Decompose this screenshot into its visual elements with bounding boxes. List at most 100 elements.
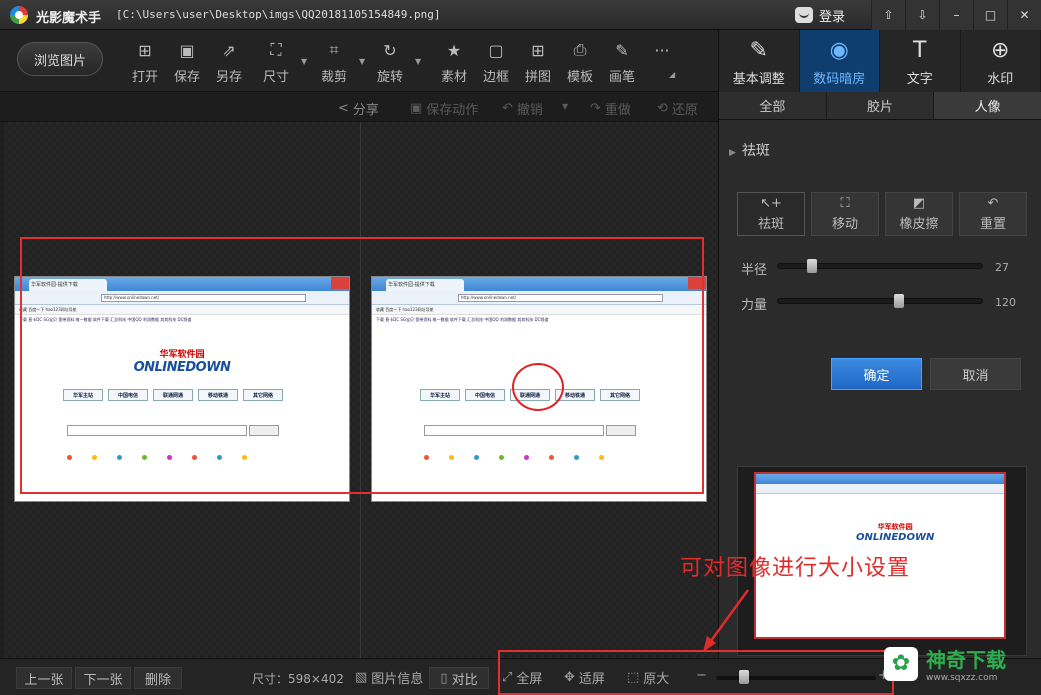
collage-label: 拼图	[524, 70, 551, 85]
undo-icon: ↶	[502, 101, 513, 116]
border-tool[interactable]: ▢ 边框	[476, 40, 516, 86]
image-size: 尺寸：598×402	[252, 672, 344, 686]
main-toolbar: 浏览图片 ⊞ 打开 ▣ 保存 ⇗ 另存 ⛶ 尺寸 ▼ ⌗ 裁剪 ▼ ↻ 旋转 ▼ ★ 素材 ▢…	[0, 30, 718, 92]
ok-button[interactable]: 确定	[831, 358, 922, 390]
move-button[interactable]: ⛶ 移动	[811, 192, 879, 236]
printer-icon: ⎙	[573, 40, 587, 59]
share-icon: <	[338, 101, 349, 116]
action-bar: < 分享 ▣ 保存动作 ↶ 撤销 ▼ ↷ 重做 ⟲ 还原	[0, 92, 718, 122]
size-dropdown-icon[interactable]: ▼	[301, 57, 307, 66]
radius-slider[interactable]	[777, 259, 983, 273]
star-icon: ★	[446, 40, 462, 60]
tab-label: 水印	[987, 72, 1014, 87]
restore-button[interactable]: ⟲ 还原	[657, 99, 698, 118]
tool-label: 祛斑	[757, 217, 784, 232]
open-icon: ⊞	[138, 40, 152, 60]
size-tool[interactable]: ⛶ 尺寸	[256, 40, 296, 86]
save-as-tool[interactable]: ⇗ 另存	[209, 40, 249, 86]
share-button[interactable]: < 分享	[338, 99, 379, 118]
radius-label: 半径	[741, 263, 768, 278]
save-label: 保存	[173, 70, 200, 85]
skin-button[interactable]: ⇧	[871, 0, 905, 30]
watermark-url: www.sqxzz.com	[926, 673, 998, 683]
annotation-text: 可对图像进行大小设置	[680, 556, 911, 581]
maximize-button[interactable]: □	[973, 0, 1007, 30]
watermark-name: 神奇下载	[926, 648, 1006, 672]
compare-button[interactable]: ▯ 对比	[429, 667, 489, 689]
tool-label: 移动	[831, 217, 858, 232]
brush-icon: ✎	[615, 40, 629, 60]
material-tool[interactable]: ★ 素材	[434, 40, 474, 86]
brush-tool[interactable]: ✎ 画笔	[602, 40, 642, 86]
share-label: 分享	[352, 103, 379, 118]
rotate-tool[interactable]: ↻ 旋转	[370, 40, 410, 86]
material-label: 素材	[440, 70, 467, 85]
compare-icon: ▯	[440, 670, 448, 686]
more-icon: ···	[654, 40, 670, 60]
image-icon: ▧	[355, 670, 368, 685]
strength-slider-knob[interactable]	[894, 294, 905, 308]
collage-tool[interactable]: ⊞ 拼图	[518, 40, 558, 86]
title-bar: 光影魔术手 [C:\Users\user\Desktop\imgs\QQ2018…	[0, 0, 1041, 30]
eraser-button[interactable]: ◩ 橡皮擦	[885, 192, 953, 236]
app-name: 光影魔术手	[36, 11, 102, 26]
category-tabs: 全部 胶片 人像	[719, 92, 1041, 120]
more-tool[interactable]: ···	[642, 40, 682, 86]
delete-button[interactable]: 删除	[134, 667, 182, 689]
login-button[interactable]: 登录	[795, 4, 845, 26]
restore-label: 还原	[671, 103, 698, 118]
border-label: 边框	[482, 70, 509, 85]
cancel-button[interactable]: 取消	[930, 358, 1021, 390]
tab-portrait[interactable]: 人像	[934, 92, 1041, 119]
tab-digital-darkroom[interactable]: ◉ 数码暗房	[799, 30, 880, 92]
app-window: 光影魔术手 [C:\Users\user\Desktop\imgs\QQ2018…	[0, 0, 1041, 695]
strength-slider[interactable]	[777, 294, 983, 308]
rotate-label: 旋转	[376, 70, 403, 85]
site-watermark: ✿ 神奇下载 www.sqxzz.com	[884, 644, 1006, 683]
tab-all[interactable]: 全部	[719, 92, 827, 119]
close-button[interactable]: ✕	[1007, 0, 1041, 30]
crop-icon: ⌗	[329, 40, 339, 59]
undo-dropdown-icon[interactable]: ▼	[562, 102, 568, 111]
tab-basic-adjust[interactable]: ✎ 基本调整	[719, 30, 800, 92]
open-tool[interactable]: ⊞ 打开	[125, 40, 165, 86]
minimize-button[interactable]: –	[939, 0, 973, 30]
save-icon: ▣	[179, 40, 195, 60]
redo-button[interactable]: ↷ 重做	[590, 99, 631, 118]
reset-icon: ↶	[987, 196, 999, 211]
reset-button[interactable]: ↶ 重置	[959, 192, 1027, 236]
undo-button[interactable]: ↶ 撤销	[502, 99, 543, 118]
redo-icon: ↷	[590, 101, 601, 116]
browse-images-button[interactable]: 浏览图片	[17, 42, 103, 76]
save-action-icon: ▣	[410, 101, 423, 116]
spot-remove-button[interactable]: ↖+ 祛斑	[737, 192, 805, 236]
tab-film[interactable]: 胶片	[827, 92, 935, 119]
template-tool[interactable]: ⎙ 模板	[560, 40, 600, 86]
section-header[interactable]: ▶ 祛斑	[729, 140, 770, 160]
size-icon: ⛶	[270, 40, 282, 59]
tab-text[interactable]: T 文字	[880, 30, 961, 92]
crop-label: 裁剪	[320, 70, 347, 85]
expand-icon[interactable]: ◢	[669, 70, 675, 79]
rotate-icon: ↻	[383, 40, 397, 60]
size-label: 尺寸	[262, 70, 289, 85]
function-tabs: ✎ 基本调整 ◉ 数码暗房 T 文字 ⊕ 水印	[718, 30, 1041, 92]
crop-dropdown-icon[interactable]: ▼	[359, 57, 365, 66]
tab-watermark[interactable]: ⊕ 水印	[961, 30, 1041, 92]
window-controls: ⇧ ⇩ – □ ✕	[871, 0, 1041, 30]
highlight-frame	[20, 237, 704, 494]
move-icon: ⛶	[840, 196, 850, 211]
next-button[interactable]: 下一张	[75, 667, 131, 689]
app-logo-icon	[10, 6, 28, 24]
image-info-label: 图片信息	[371, 672, 424, 687]
radius-slider-knob[interactable]	[807, 259, 818, 273]
crop-tool[interactable]: ⌗ 裁剪	[314, 40, 354, 86]
file-path: [C:\Users\user\Desktop\imgs\QQ2018110515…	[116, 8, 441, 21]
menu-button[interactable]: ⇩	[905, 0, 939, 30]
prev-button[interactable]: 上一张	[16, 667, 72, 689]
rotate-dropdown-icon[interactable]: ▼	[415, 57, 421, 66]
thumb-logo-en: ONLINEDOWN	[856, 532, 935, 543]
save-action-button[interactable]: ▣ 保存动作	[410, 99, 478, 118]
save-tool[interactable]: ▣ 保存	[167, 40, 207, 86]
image-info-button[interactable]: ▧ 图片信息	[355, 668, 423, 687]
